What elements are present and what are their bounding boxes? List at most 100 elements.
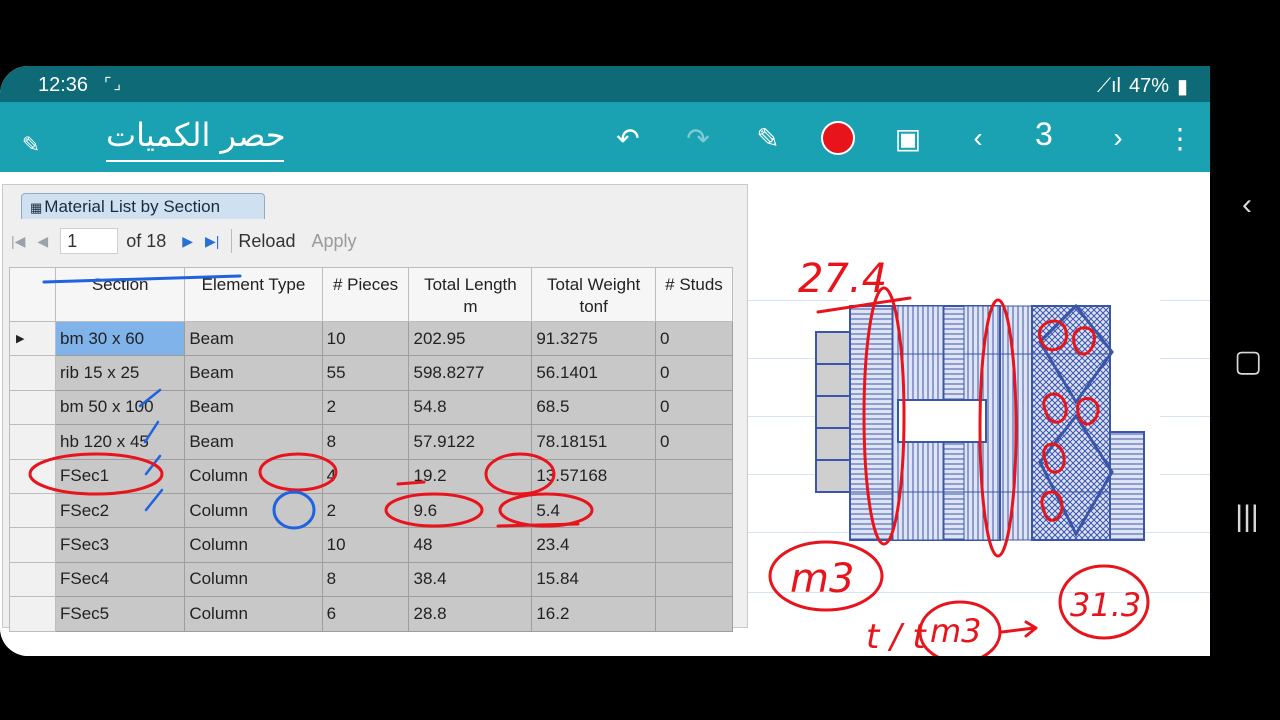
row-header[interactable] [9, 458, 56, 494]
previous-page-report-icon[interactable]: ◀ [37, 233, 48, 250]
table-cell[interactable]: 13.57168 [531, 458, 656, 494]
table-row[interactable]: FSec3 Column 10 48 23.4 [9, 527, 734, 563]
table-cell[interactable]: 9.6 [408, 492, 533, 529]
color-picker-button[interactable] [818, 118, 858, 158]
next-page-report-icon[interactable]: ▶ [182, 233, 193, 250]
table-cell[interactable]: 91.3275 [531, 320, 656, 357]
table-row[interactable]: rib 15 x 25 Beam 55 598.8277 56.1401 0 [9, 355, 734, 391]
table-row[interactable]: FSec5 Column 6 28.8 16.2 [9, 596, 734, 632]
table-cell[interactable]: 2 [321, 389, 410, 426]
table-cell[interactable]: 54.8 [408, 389, 533, 426]
image-icon[interactable]: ▣ [888, 118, 928, 158]
nav-recents-icon[interactable]: ||| [1234, 500, 1260, 534]
table-cell[interactable]: 202.95 [408, 320, 533, 357]
column-header[interactable]: # Studs [654, 267, 734, 322]
table-cell[interactable]: FSec4 [54, 561, 186, 598]
table-row[interactable]: bm 50 x 100 Beam 2 54.8 68.5 0 [9, 389, 734, 426]
pen-icon[interactable]: ✎ [748, 118, 788, 158]
table-cell[interactable]: 19.2 [408, 458, 533, 494]
table-cell[interactable]: Beam [184, 389, 323, 426]
table-cell[interactable]: 23.4 [531, 527, 656, 563]
table-cell[interactable]: FSec3 [54, 527, 186, 563]
table-cell[interactable]: 8 [321, 424, 410, 460]
table-cell[interactable] [654, 492, 734, 529]
column-header[interactable]: Section [54, 267, 186, 322]
next-page-icon[interactable]: › [1098, 118, 1138, 158]
more-options-icon[interactable]: ⋮ [1160, 118, 1200, 158]
table-cell[interactable]: FSec1 [54, 458, 186, 494]
table-cell[interactable]: 28.8 [408, 596, 533, 632]
row-header[interactable] [9, 561, 56, 598]
table-cell[interactable]: 6 [321, 596, 410, 632]
battery-icon: ▮ [1176, 76, 1188, 98]
table-cell[interactable]: rib 15 x 25 [54, 355, 186, 391]
column-header[interactable]: Total Weight tonf [531, 267, 656, 322]
table-cell[interactable]: bm 30 x 60 [54, 320, 186, 357]
current-row-indicator-icon[interactable]: ▶ [9, 320, 56, 357]
table-cell[interactable]: 4 [321, 458, 410, 494]
table-cell[interactable]: 0 [654, 389, 734, 426]
table-cell[interactable]: Column [184, 596, 323, 632]
row-header[interactable] [9, 492, 56, 529]
table-cell[interactable] [654, 596, 734, 632]
table-cell[interactable]: 8 [321, 561, 410, 598]
table-cell[interactable]: Beam [184, 424, 323, 460]
table-cell[interactable]: 48 [408, 527, 533, 563]
row-header[interactable] [9, 527, 56, 563]
report-tab[interactable]: ▦ Material List by Section [21, 193, 265, 219]
table-cell[interactable] [654, 458, 734, 494]
table-cell[interactable]: 16.2 [531, 596, 656, 632]
nav-back-icon[interactable]: ‹ [1234, 188, 1260, 222]
note-canvas[interactable]: ▦ Material List by Section |◀ ◀ 1 of 18 ▶… [0, 172, 1210, 656]
undo-icon[interactable]: ↶ [608, 118, 648, 158]
column-header[interactable]: Total Length m [408, 267, 533, 322]
table-cell[interactable]: 57.9122 [408, 424, 533, 460]
table-row[interactable]: FSec2 Column 2 9.6 5.4 [9, 492, 734, 529]
row-header[interactable] [9, 596, 56, 632]
table-cell[interactable]: 0 [654, 424, 734, 460]
table-row[interactable]: FSec4 Column 8 38.4 15.84 [9, 561, 734, 598]
table-cell[interactable]: 0 [654, 355, 734, 391]
table-cell[interactable]: FSec2 [54, 492, 186, 529]
column-header[interactable]: # Pieces [321, 267, 410, 322]
table-cell[interactable]: 2 [321, 492, 410, 529]
table-cell[interactable]: hb 120 x 45 [54, 424, 186, 460]
table-cell[interactable]: bm 50 x 100 [54, 389, 186, 426]
first-page-icon[interactable]: |◀ [11, 233, 25, 250]
table-cell[interactable]: 15.84 [531, 561, 656, 598]
nav-home-icon[interactable]: ▢ [1234, 344, 1262, 379]
table-cell[interactable]: FSec5 [54, 596, 186, 632]
redo-icon[interactable]: ↷ [678, 118, 718, 158]
table-cell[interactable]: Column [184, 458, 323, 494]
table-cell[interactable]: 68.5 [531, 389, 656, 426]
apply-button[interactable]: Apply [311, 231, 356, 252]
table-cell[interactable]: Column [184, 492, 323, 529]
table-cell[interactable]: 55 [321, 355, 410, 391]
reload-button[interactable]: Reload [238, 231, 295, 252]
table-cell[interactable]: Beam [184, 355, 323, 391]
pen-fab-icon[interactable]: ✎ [6, 120, 56, 170]
table-cell[interactable]: 598.8277 [408, 355, 533, 391]
table-cell[interactable]: 10 [321, 527, 410, 563]
table-cell[interactable]: 38.4 [408, 561, 533, 598]
row-header[interactable] [9, 424, 56, 460]
column-header[interactable]: Element Type [184, 267, 323, 322]
table-cell[interactable] [654, 527, 734, 563]
table-cell[interactable]: Column [184, 527, 323, 563]
table-cell[interactable]: Column [184, 561, 323, 598]
table-cell[interactable]: 0 [654, 320, 734, 357]
previous-page-icon[interactable]: ‹ [958, 118, 998, 158]
table-cell[interactable]: 5.4 [531, 492, 656, 529]
row-header[interactable] [9, 355, 56, 391]
table-row[interactable]: ▶ bm 30 x 60 Beam 10 202.95 91.3275 0 [9, 320, 734, 357]
page-number-input[interactable]: 1 [60, 228, 119, 254]
row-header[interactable] [9, 389, 56, 426]
last-page-icon[interactable]: ▶| [205, 233, 219, 250]
table-row[interactable]: FSec1 Column 4 19.2 13.57168 [9, 458, 734, 494]
table-cell[interactable]: 10 [321, 320, 410, 357]
table-cell[interactable]: 56.1401 [531, 355, 656, 391]
table-cell[interactable]: 78.18151 [531, 424, 656, 460]
table-row[interactable]: hb 120 x 45 Beam 8 57.9122 78.18151 0 [9, 424, 734, 460]
table-cell[interactable]: Beam [184, 320, 323, 357]
table-cell[interactable] [654, 561, 734, 598]
